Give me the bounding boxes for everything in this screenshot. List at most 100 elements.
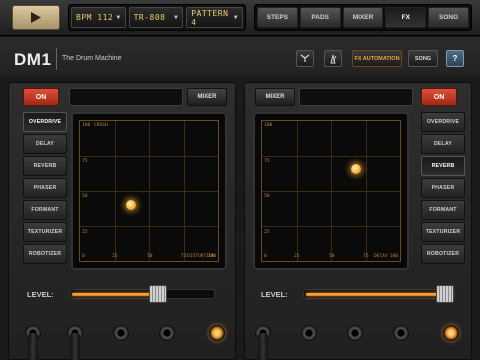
mixer-button[interactable]: MIXER bbox=[255, 88, 295, 106]
share-icon bbox=[300, 54, 310, 62]
y-tick-25: 25 bbox=[264, 230, 270, 235]
metronome-button[interactable] bbox=[324, 50, 342, 67]
cable bbox=[28, 333, 38, 360]
effect-reverb[interactable]: REVERB bbox=[421, 156, 465, 176]
tab-fx[interactable]: FX bbox=[385, 7, 427, 28]
level-label: LEVEL: bbox=[261, 290, 288, 299]
effect-texturizer[interactable]: TEXTURIZER bbox=[421, 222, 465, 242]
status-led bbox=[443, 325, 459, 341]
help-button[interactable]: ? bbox=[446, 50, 464, 67]
app-header: DM1 The Drum Machine FX AUTOMATION SONG … bbox=[0, 37, 480, 77]
transport-display: BPM 112 ▼ TR-808 ▼ PATTERN 4 ▼ bbox=[68, 4, 246, 31]
fx-panel-right: MIXER ON 100 75 50 25 0 25 50 75 DECAY 1… bbox=[244, 82, 472, 360]
effect-delay[interactable]: DELAY bbox=[421, 134, 465, 154]
x-tick-75: 75 bbox=[181, 254, 187, 259]
logo-divider bbox=[56, 48, 57, 70]
x-tick-25: 25 bbox=[112, 254, 118, 259]
x-tick-100: 100 bbox=[207, 254, 216, 259]
effect-robotizer[interactable]: ROBOTIZER bbox=[421, 244, 465, 264]
song-button[interactable]: SONG bbox=[408, 50, 438, 67]
grid-line bbox=[80, 191, 218, 192]
level-fill bbox=[306, 293, 443, 296]
fx-name-display bbox=[299, 88, 413, 106]
tab-mixer[interactable]: MIXER bbox=[342, 7, 384, 28]
x-tick-25: 25 bbox=[294, 254, 300, 259]
effect-list: OVERDRIVE DELAY REVERB PHASER FORMANT TE… bbox=[421, 112, 465, 264]
y-tick-25: 25 bbox=[82, 230, 88, 235]
xy-pad[interactable]: 100 CRUSH 75 50 25 0 25 50 75 DISTORTION… bbox=[79, 120, 219, 262]
x-tick-100: 100 bbox=[389, 254, 398, 259]
dropdown-arrow-icon: ▼ bbox=[116, 14, 121, 21]
effect-phaser[interactable]: PHASER bbox=[421, 178, 465, 198]
y-tick-75: 75 bbox=[264, 159, 270, 164]
cable bbox=[70, 333, 80, 360]
grid-line bbox=[262, 191, 400, 192]
input-jack bbox=[347, 325, 363, 341]
mixer-button[interactable]: MIXER bbox=[187, 88, 227, 106]
fx-automation-button[interactable]: FX AUTOMATION bbox=[352, 50, 402, 67]
effect-delay[interactable]: DELAY bbox=[23, 134, 67, 154]
bpm-value: BPM 112 bbox=[76, 13, 114, 22]
effect-list: OVERDRIVE DELAY REVERB PHASER FORMANT TE… bbox=[23, 112, 67, 264]
tab-pads[interactable]: PADS bbox=[299, 7, 341, 28]
origin-tick: 0 bbox=[264, 254, 267, 259]
fx-panel-left: ON MIXER OVERDRIVE DELAY REVERB PHASER F… bbox=[8, 82, 236, 360]
xy-pad-frame: 100 75 50 25 0 25 50 75 DECAY 100 bbox=[253, 112, 409, 270]
share-button[interactable] bbox=[296, 50, 314, 67]
tab-steps[interactable]: STEPS bbox=[257, 7, 298, 28]
level-slider-thumb[interactable] bbox=[149, 285, 167, 303]
play-button[interactable] bbox=[12, 5, 60, 30]
top-toolbar: BPM 112 ▼ TR-808 ▼ PATTERN 4 ▼ STEPS PAD… bbox=[0, 0, 480, 36]
x-tick-75: 75 bbox=[363, 254, 369, 259]
effect-texturizer[interactable]: TEXTURIZER bbox=[23, 222, 67, 242]
origin-tick: 0 bbox=[82, 254, 85, 259]
xy-pad[interactable]: 100 75 50 25 0 25 50 75 DECAY 100 bbox=[261, 120, 401, 262]
input-jack bbox=[301, 325, 317, 341]
fx-on-button[interactable]: ON bbox=[421, 88, 457, 106]
level-slider-thumb[interactable] bbox=[436, 285, 454, 303]
xy-pad-frame: 100 CRUSH 75 50 25 0 25 50 75 DISTORTION… bbox=[71, 112, 227, 270]
app-subtitle: The Drum Machine bbox=[62, 55, 122, 62]
input-jack bbox=[393, 325, 409, 341]
kit-selector[interactable]: TR-808 ▼ bbox=[128, 7, 184, 28]
level-fill bbox=[72, 293, 156, 296]
tab-song[interactable]: SONG bbox=[428, 7, 469, 28]
input-jack bbox=[159, 325, 175, 341]
input-jack bbox=[113, 325, 129, 341]
level-slider[interactable] bbox=[303, 285, 455, 303]
grid-line bbox=[80, 156, 218, 157]
app-logo: DM1 bbox=[14, 50, 52, 69]
status-led bbox=[209, 325, 225, 341]
x-tick-50: 50 bbox=[147, 254, 153, 259]
xy-pad-handle[interactable] bbox=[350, 163, 361, 174]
grid-line bbox=[80, 226, 218, 227]
level-slider[interactable] bbox=[69, 285, 215, 303]
y-tick-50: 50 bbox=[264, 194, 270, 199]
main-nav: STEPS PADS MIXER FX SONG bbox=[254, 4, 472, 31]
pattern-selector[interactable]: PATTERN 4 ▼ bbox=[186, 7, 243, 28]
kit-value: TR-808 bbox=[133, 13, 166, 22]
effect-formant[interactable]: FORMANT bbox=[421, 200, 465, 220]
effect-robotizer[interactable]: ROBOTIZER bbox=[23, 244, 67, 264]
xy-pad-handle[interactable] bbox=[126, 200, 137, 210]
effect-phaser[interactable]: PHASER bbox=[23, 178, 67, 198]
y-tick-100: 100 bbox=[264, 123, 273, 128]
level-label: LEVEL: bbox=[27, 290, 54, 299]
grid-line bbox=[262, 226, 400, 227]
bpm-selector[interactable]: BPM 112 ▼ bbox=[71, 7, 126, 28]
y-tick-50: 50 bbox=[82, 194, 88, 199]
y-tick-75: 75 bbox=[82, 159, 88, 164]
fx-name-display bbox=[69, 88, 183, 106]
effect-overdrive[interactable]: OVERDRIVE bbox=[421, 112, 465, 132]
y-param-label: CRUSH bbox=[94, 123, 108, 128]
x-param-label: DECAY bbox=[374, 254, 388, 259]
grid-line bbox=[262, 156, 400, 157]
y-tick-100: 100 bbox=[82, 123, 91, 128]
dropdown-arrow-icon: ▼ bbox=[174, 14, 179, 21]
effect-formant[interactable]: FORMANT bbox=[23, 200, 67, 220]
effect-overdrive[interactable]: OVERDRIVE bbox=[23, 112, 67, 132]
fx-on-button[interactable]: ON bbox=[23, 88, 59, 106]
dropdown-arrow-icon: ▼ bbox=[233, 14, 238, 21]
effect-reverb[interactable]: REVERB bbox=[23, 156, 67, 176]
pattern-value: PATTERN 4 bbox=[191, 8, 229, 27]
